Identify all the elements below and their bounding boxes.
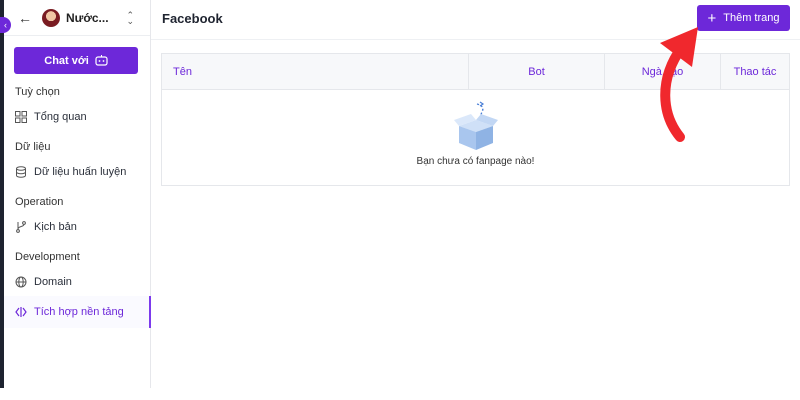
plus-icon: + [707,9,717,27]
database-icon [16,166,26,178]
column-header-actions[interactable]: Thao tác [721,54,789,89]
annotation-arrow-icon [660,27,698,142]
workspace-name: Nước... [66,10,109,25]
page-title: Facebook [162,11,223,26]
chevron-left-icon: ‹ [4,20,7,30]
section-title-data: Dữ liệu [15,141,51,153]
sidebar-item-label: Tích hợp nền tảng [34,306,124,318]
globe-icon [15,276,27,288]
sidebar-item-domain[interactable]: Domain [15,271,151,293]
column-header-bot[interactable]: Bot [469,54,605,89]
sidebar-item-platform-integration[interactable]: Tích hợp nền tảng [4,296,151,328]
sidebar-item-label: Domain [34,276,72,288]
workspace-switcher[interactable]: ← Nước... ⌃ ⌄ [4,0,150,36]
chat-button[interactable]: Chat với [14,47,138,74]
sidebar-item-overview[interactable]: Tổng quan [15,106,151,128]
back-arrow-icon[interactable]: ← [18,10,34,26]
sidebar: ← Nước... ⌃ ⌄ Chat với Tuỳ chọn Tổng quan [4,0,151,388]
integration-icon [15,307,27,317]
section-title-development: Development [15,251,80,263]
empty-box-icon [453,101,498,150]
add-page-button-label: Thêm trang [723,12,780,24]
section-title-operation: Operation [15,196,64,208]
sidebar-item-training-data[interactable]: Dữ liệu huấn luyện [15,161,151,183]
sidebar-item-scenarios[interactable]: Kịch bản [15,216,151,238]
sidebar-item-label: Dữ liệu huấn luyện [34,166,127,178]
avatar [42,8,60,27]
sidebar-item-label: Kịch bản [34,221,77,233]
sidebar-item-label: Tổng quan [34,111,87,123]
chevron-updown-icon[interactable]: ⌃ ⌄ [126,10,134,25]
app-window: ‹ ← Nước... ⌃ ⌄ Chat với Tuỳ chọn Tổng q… [0,0,800,400]
chat-button-label: Chat với [44,54,89,67]
column-header-name[interactable]: Tên [162,54,469,89]
branch-icon [16,221,26,233]
bot-chat-icon [95,54,108,66]
dashboard-icon [15,111,27,123]
section-title-options: Tuỳ chọn [15,86,60,98]
empty-message: Bạn chưa có fanpage nào! [416,156,535,167]
